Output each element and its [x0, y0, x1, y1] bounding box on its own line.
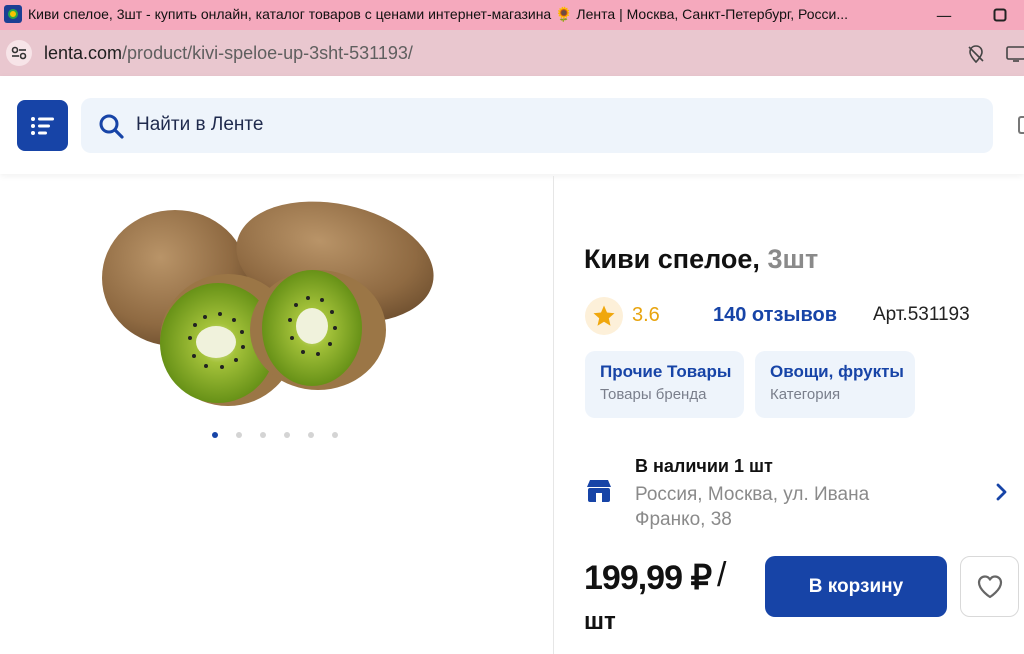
list-menu-icon	[30, 116, 54, 135]
rating-badge	[585, 297, 623, 335]
column-divider	[553, 176, 554, 654]
category-chip-title: Овощи, фрукты	[770, 362, 904, 381]
site-settings-icon[interactable]	[6, 40, 32, 66]
price-separator: /	[717, 556, 727, 594]
tab-title: Киви спелое, 3шт - купить онлайн, катало…	[28, 6, 849, 22]
product-title: Киви спелое, 3шт	[584, 244, 818, 275]
chevron-right-icon[interactable]	[993, 482, 1009, 502]
product-name: Киви спелое,	[584, 244, 760, 274]
maximize-button[interactable]	[988, 4, 1012, 26]
heart-icon	[977, 574, 1002, 598]
location-off-icon[interactable]	[964, 42, 988, 66]
add-to-cart-button[interactable]: В корзину	[765, 556, 947, 617]
search-input[interactable]: Найти в Ленте	[81, 98, 993, 153]
gallery-dot[interactable]	[212, 432, 218, 438]
category-chip[interactable]: Овощи, фрукты Категория	[755, 351, 915, 418]
browser-titlebar: Киви спелое, 3шт - купить онлайн, катало…	[0, 0, 1024, 30]
cart-edge-icon[interactable]	[1018, 116, 1024, 134]
product-image[interactable]	[100, 190, 450, 420]
gallery-dot[interactable]	[236, 432, 242, 438]
gallery-dot[interactable]	[332, 432, 338, 438]
category-chip-subtitle: Категория	[770, 386, 841, 403]
search-icon	[99, 114, 124, 139]
search-placeholder: Найти в Ленте	[136, 114, 264, 135]
gallery-dot[interactable]	[260, 432, 266, 438]
store-address[interactable]: Россия, Москва, ул. Ивана Франко, 38	[635, 482, 915, 532]
address-bar: lenta.com/product/kivi-speloe-up-3sht-53…	[0, 30, 1024, 76]
price-unit: шт	[584, 608, 616, 635]
url-field[interactable]: lenta.com/product/kivi-speloe-up-3sht-53…	[44, 43, 413, 64]
gallery-dot[interactable]	[284, 432, 290, 438]
brand-chip[interactable]: Прочие Товары Товары бренда	[585, 351, 744, 418]
url-path: /product/kivi-speloe-up-3sht-531193/	[122, 43, 413, 63]
star-icon	[593, 305, 615, 326]
catalog-menu-button[interactable]	[17, 100, 68, 151]
rating-value: 3.6	[632, 304, 660, 326]
gallery-dot[interactable]	[308, 432, 314, 438]
favorite-button[interactable]	[960, 556, 1019, 617]
reviews-link[interactable]: 140 отзывов	[713, 304, 837, 327]
site-favicon-icon	[4, 5, 22, 23]
gallery-pagination	[212, 432, 338, 438]
availability-status: В наличии 1 шт	[635, 456, 773, 476]
product-unit: 3шт	[767, 244, 819, 274]
product-price: 199,99 ₽	[584, 559, 712, 597]
brand-chip-subtitle: Товары бренда	[600, 386, 707, 403]
maximize-icon	[993, 8, 1007, 22]
url-host: lenta.com	[44, 43, 123, 63]
store-icon	[587, 480, 611, 502]
article-number: Арт.531193	[873, 304, 970, 325]
cast-icon[interactable]	[1004, 42, 1024, 66]
site-header: Найти в Ленте	[0, 76, 1024, 174]
minimize-icon: —	[936, 5, 952, 25]
brand-chip-title: Прочие Товары	[600, 362, 732, 381]
minimize-button[interactable]: —	[932, 4, 956, 26]
